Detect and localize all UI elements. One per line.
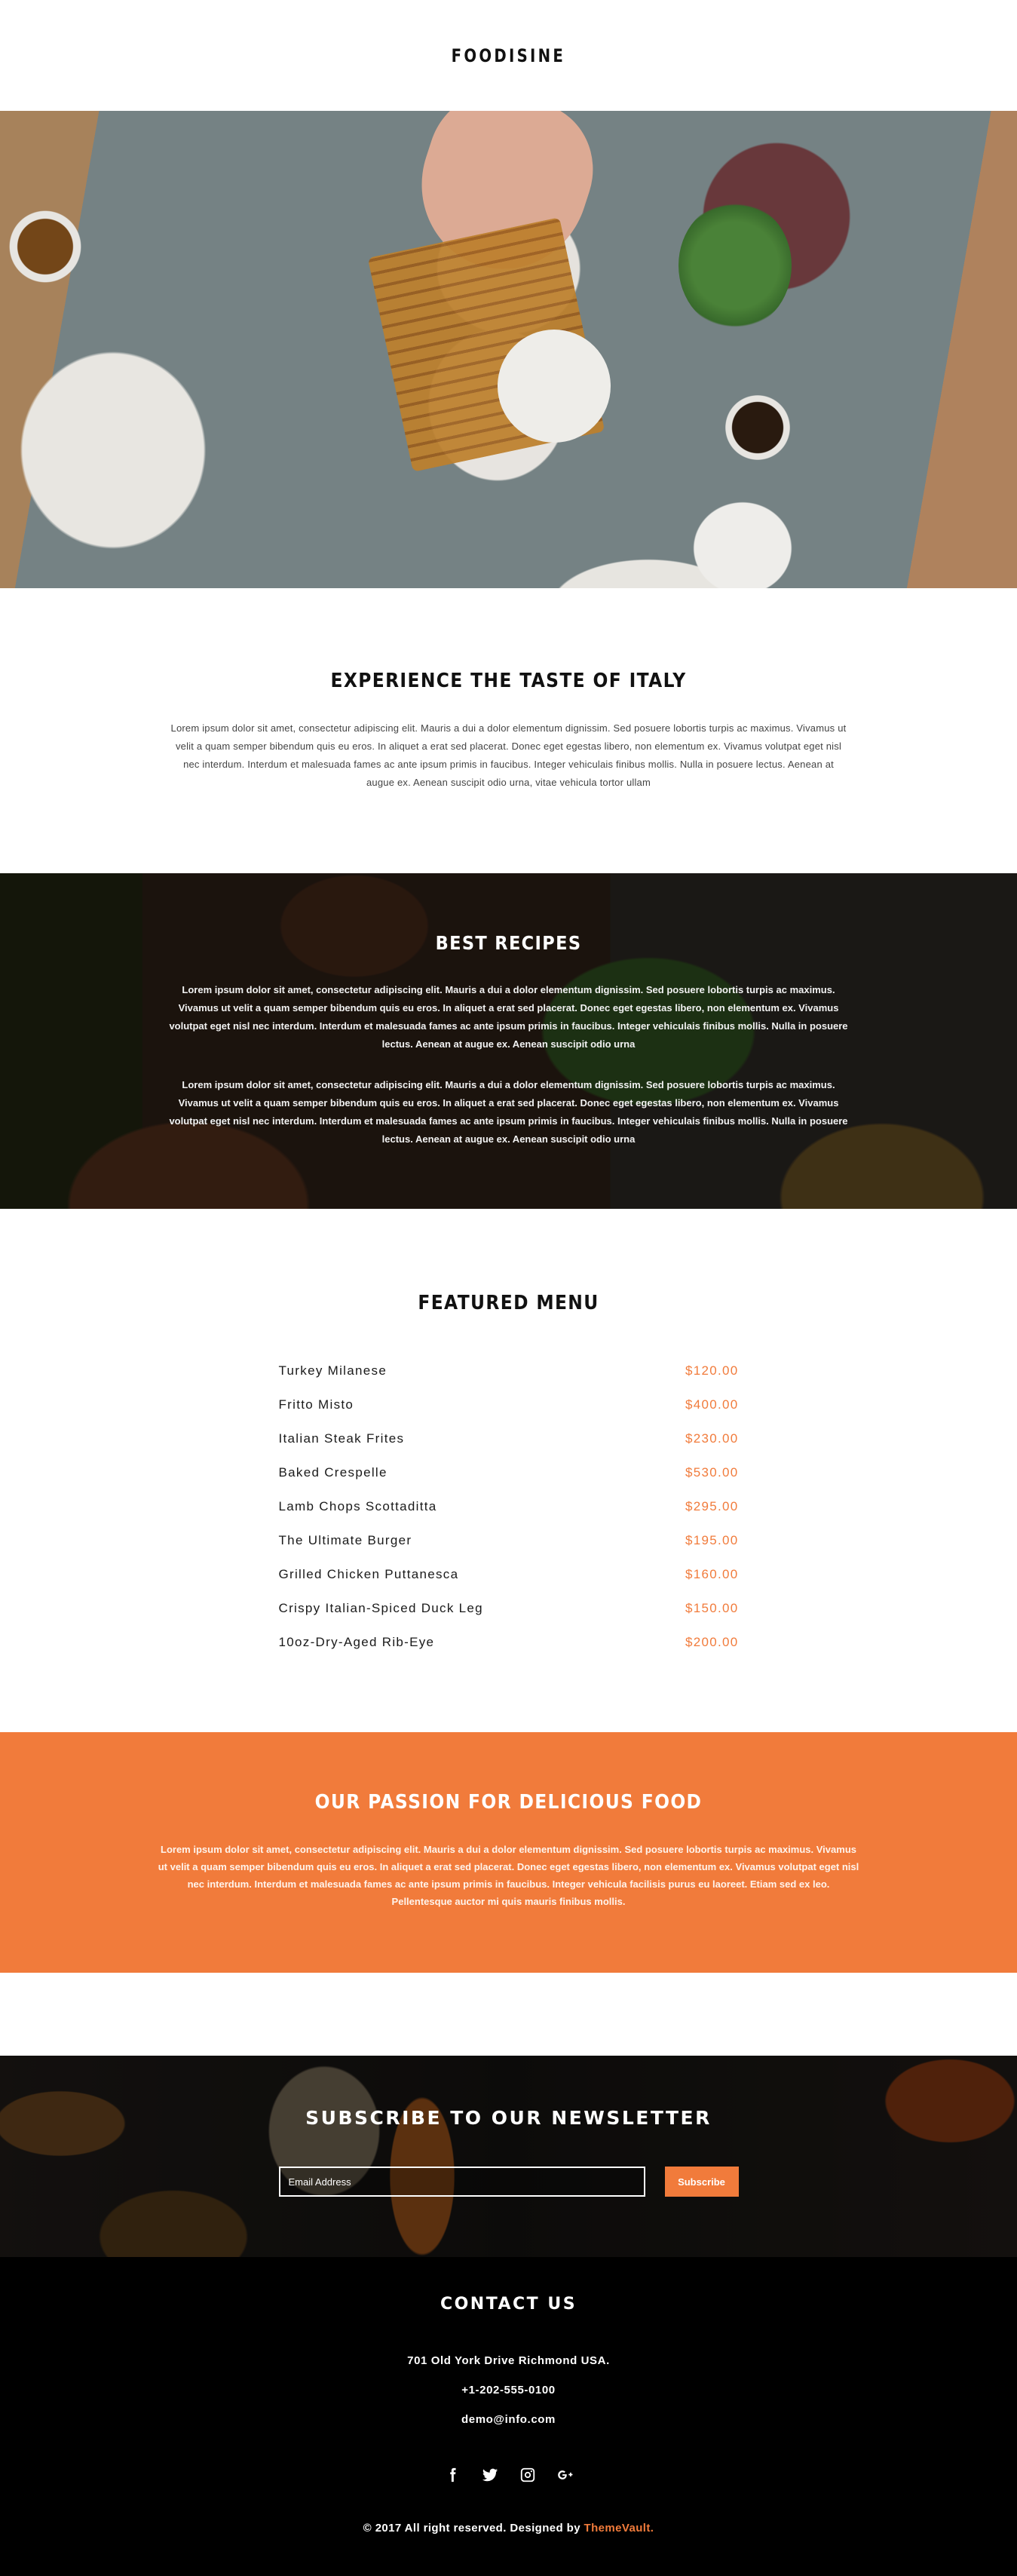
menu-item: Grilled Chicken Puttanesca $160.00	[279, 1557, 739, 1591]
newsletter-section: SUBSCRIBE TO OUR NEWSLETTER Subscribe	[0, 2056, 1017, 2257]
menu-item: Baked Crespelle $530.00	[279, 1455, 739, 1489]
recipes-section: BEST RECIPES Lorem ipsum dolor sit amet,…	[0, 873, 1017, 1209]
passion-body: Lorem ipsum dolor sit amet, consectetur …	[158, 1844, 859, 1907]
contact-email[interactable]: demo@info.com	[0, 2405, 1017, 2434]
passion-title: OUR PASSION FOR DELICIOUS FOOD	[314, 1791, 703, 1814]
google-plus-link[interactable]	[556, 2466, 574, 2484]
menu-item: Crispy Italian-Spiced Duck Leg $150.00	[279, 1591, 739, 1625]
menu-item-price: $400.00	[685, 1397, 739, 1412]
menu-item-price: $200.00	[685, 1634, 739, 1649]
google-plus-icon	[557, 2470, 572, 2479]
contact-title: CONTACT US	[440, 2295, 577, 2314]
recipes-paragraph: Lorem ipsum dolor sit amet, consectetur …	[169, 984, 848, 1050]
recipes-title: BEST RECIPES	[435, 932, 582, 954]
twitter-icon	[482, 2468, 498, 2482]
menu-item: Italian Steak Frites $230.00	[279, 1421, 739, 1455]
menu-title: FEATURED MENU	[418, 1292, 599, 1314]
contact-phone[interactable]: +1-202-555-0100	[0, 2375, 1017, 2405]
copyright: © 2017 All right reserved. Designed by T…	[0, 2522, 1017, 2535]
menu-item: The Ultimate Burger $195.00	[279, 1523, 739, 1557]
menu-item-name: Crispy Italian-Spiced Duck Leg	[278, 1600, 483, 1615]
recipes-paragraph: Lorem ipsum dolor sit amet, consectetur …	[169, 1079, 848, 1145]
facebook-icon	[449, 2467, 456, 2482]
menu-item-price: $230.00	[685, 1431, 739, 1446]
subscribe-form: Subscribe	[278, 2167, 739, 2197]
instagram-icon	[520, 2467, 535, 2482]
menu-item-name: Turkey Milanese	[278, 1363, 388, 1378]
menu-item-price: $195.00	[685, 1532, 739, 1547]
menu-item-name: Grilled Chicken Puttanesca	[278, 1566, 459, 1581]
site-header: FOODISINE	[0, 0, 1017, 111]
menu-item-price: $150.00	[685, 1600, 739, 1615]
intro-section: EXPERIENCE THE TASTE OF ITALY Lorem ipsu…	[0, 588, 1017, 873]
menu-item-price: $160.00	[685, 1566, 739, 1581]
menu-item: Lamb Chops Scottaditta $295.00	[279, 1489, 739, 1523]
menu-item-price: $530.00	[685, 1464, 739, 1480]
menu-item: Fritto Misto $400.00	[279, 1388, 739, 1421]
featured-menu-section: FEATURED MENU Turkey Milanese $120.00 Fri…	[0, 1209, 1017, 1732]
twitter-link[interactable]	[481, 2466, 499, 2484]
subscribe-button[interactable]: Subscribe	[664, 2167, 739, 2197]
footer: CONTACT US 701 Old York Drive Richmond U…	[0, 2257, 1017, 2576]
menu-item-name: Fritto Misto	[278, 1397, 354, 1412]
intro-body: Lorem ipsum dolor sit amet, consectetur …	[170, 722, 847, 788]
menu-item: Turkey Milanese $120.00	[279, 1354, 739, 1388]
menu-list: Turkey Milanese $120.00 Fritto Misto $400.…	[279, 1354, 739, 1659]
instagram-link[interactable]	[519, 2466, 537, 2484]
email-input[interactable]	[278, 2167, 645, 2197]
newsletter-title: SUBSCRIBE TO OUR NEWSLETTER	[305, 2107, 712, 2129]
designer-link[interactable]: ThemeVault.	[584, 2522, 654, 2535]
menu-item-name: The Ultimate Burger	[278, 1532, 412, 1547]
site-logo[interactable]: FOODISINE	[452, 45, 565, 66]
social-links	[0, 2466, 1017, 2484]
menu-item-price: $120.00	[685, 1363, 739, 1378]
hero-image	[0, 111, 1017, 588]
copyright-text: © 2017 All right reserved. Designed by	[363, 2522, 584, 2535]
contact-info: 701 Old York Drive Richmond USA. +1-202-…	[0, 2346, 1017, 2434]
menu-item: 10oz-Dry-Aged Rib-Eye $200.00	[279, 1625, 739, 1659]
contact-address: 701 Old York Drive Richmond USA.	[407, 2354, 610, 2367]
facebook-link[interactable]	[443, 2466, 461, 2484]
menu-item-name: Lamb Chops Scottaditta	[278, 1498, 437, 1513]
menu-item-name: 10oz-Dry-Aged Rib-Eye	[278, 1634, 435, 1649]
menu-item-name: Italian Steak Frites	[278, 1431, 405, 1446]
intro-title: EXPERIENCE THE TASTE OF ITALY	[330, 670, 687, 692]
passion-section: OUR PASSION FOR DELICIOUS FOOD Lorem ips…	[0, 1732, 1017, 1973]
menu-item-name: Baked Crespelle	[278, 1464, 388, 1480]
menu-item-price: $295.00	[685, 1498, 739, 1513]
